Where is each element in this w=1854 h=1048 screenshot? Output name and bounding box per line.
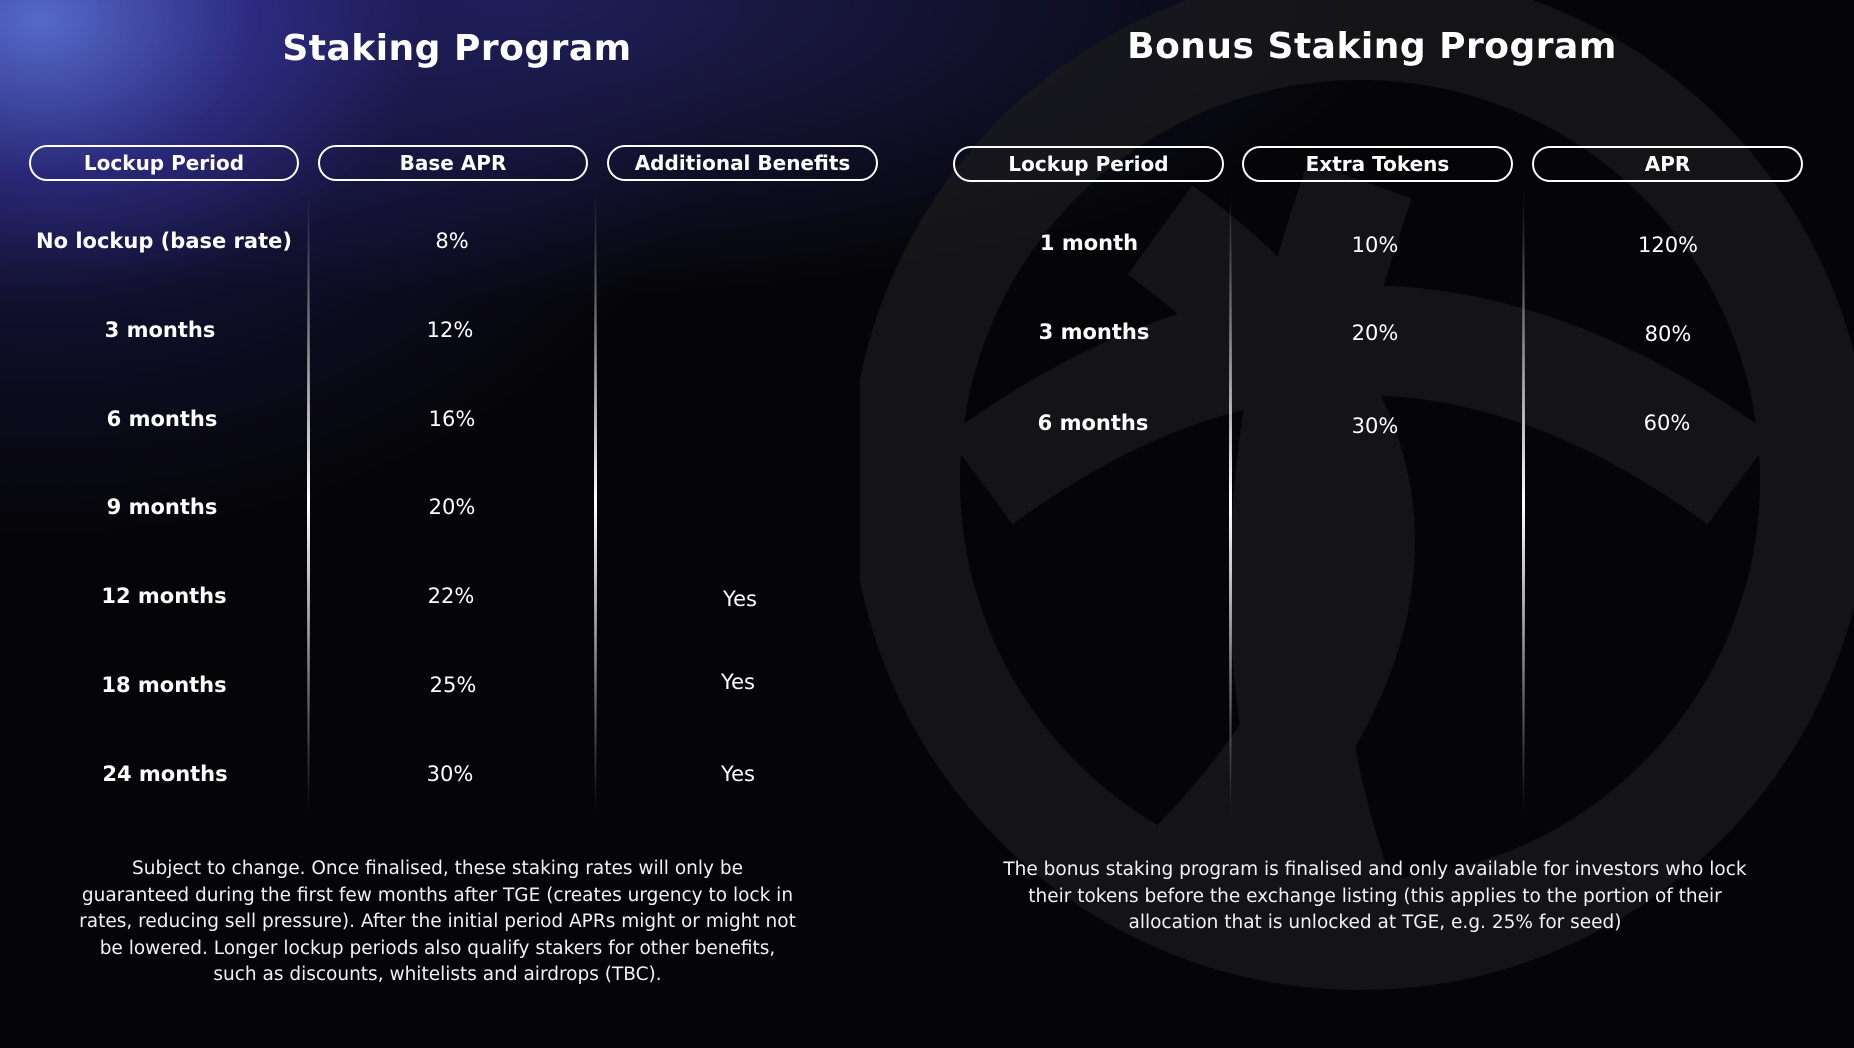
row-benefit: Yes	[723, 587, 757, 611]
header-lockup-period: Lockup Period	[953, 146, 1224, 182]
row-lockup-period: 18 months	[101, 673, 227, 697]
row-base-apr: 30%	[426, 762, 474, 786]
row-lockup-period: 9 months	[106, 495, 218, 519]
row-extra-tokens: 20%	[1351, 321, 1399, 345]
row-lockup-period: 3 months	[1038, 320, 1150, 344]
row-base-apr: 12%	[426, 318, 474, 342]
row-base-apr: 22%	[427, 584, 475, 608]
note-line: The bonus staking program is finalised a…	[1003, 859, 1747, 880]
row-lockup-period: 12 months	[101, 584, 227, 608]
note-line: guaranteed during the first few months a…	[81, 884, 794, 906]
staking-program-title: Staking Program	[282, 28, 632, 69]
row-lockup-period: 1 month	[1039, 231, 1139, 255]
note-line: be lowered. Longer lockup periods also q…	[99, 937, 776, 959]
note-line: rates, reducing sell pressure). After th…	[79, 911, 796, 932]
bonus-staking-program-title: Bonus Staking Program	[1127, 26, 1617, 67]
row-lockup-period: 24 months	[102, 762, 228, 786]
header-lockup-period: Lockup Period	[29, 145, 299, 181]
column-divider	[307, 188, 310, 818]
row-apr: 120%	[1637, 233, 1699, 257]
column-divider	[1229, 188, 1232, 818]
row-extra-tokens: 30%	[1351, 414, 1399, 438]
staking-program-note: Subject to change. Once finalised, these…	[70, 856, 805, 989]
header-base-apr: Base APR	[318, 145, 588, 181]
note-line: their tokens before the exchange listing…	[1028, 885, 1722, 907]
row-lockup-period: No lockup (base rate)	[36, 229, 292, 253]
note-line: such as discounts, whitelists and airdro…	[213, 964, 662, 985]
row-apr: 60%	[1643, 411, 1691, 435]
note-line: allocation that is unlocked at TGE, e.g.…	[1128, 912, 1622, 933]
row-apr: 80%	[1644, 322, 1692, 346]
header-additional-benefits: Additional Benefits	[607, 145, 878, 181]
row-extra-tokens: 10%	[1351, 233, 1399, 257]
row-lockup-period: 6 months	[106, 407, 218, 431]
row-lockup-period: 6 months	[1037, 411, 1149, 435]
column-divider	[594, 188, 597, 818]
row-benefit: Yes	[721, 762, 755, 786]
row-base-apr: 20%	[428, 495, 476, 519]
row-benefit: Yes	[721, 670, 755, 694]
row-base-apr: 8%	[435, 229, 469, 253]
row-lockup-period: 3 months	[104, 318, 216, 342]
note-line: Subject to change. Once finalised, these…	[132, 858, 743, 879]
header-extra-tokens: Extra Tokens	[1242, 146, 1513, 182]
column-divider	[1522, 188, 1525, 818]
row-base-apr: 25%	[429, 673, 477, 697]
row-base-apr: 16%	[428, 407, 476, 431]
bonus-program-note: The bonus staking program is finalised a…	[985, 857, 1765, 937]
header-apr: APR	[1532, 146, 1803, 182]
